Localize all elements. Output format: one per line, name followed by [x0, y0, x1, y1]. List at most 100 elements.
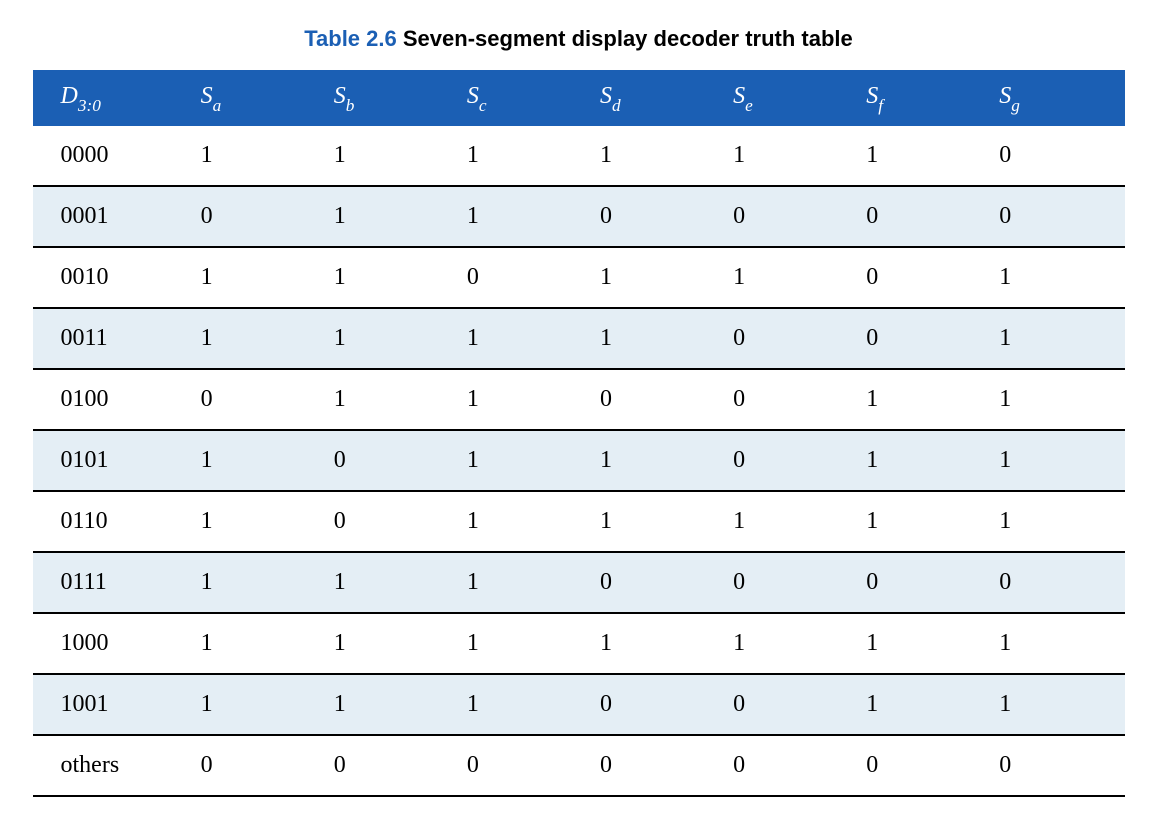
cell-sf: 1	[858, 369, 991, 430]
cell-sc: 0	[459, 247, 592, 308]
cell-d: 0101	[33, 430, 193, 491]
cell-d: 0011	[33, 308, 193, 369]
table-row: 10011110011	[33, 674, 1125, 735]
cell-d: 0001	[33, 186, 193, 247]
cell-sa: 1	[193, 491, 326, 552]
table-title: Seven-segment display decoder truth tabl…	[403, 26, 853, 51]
cell-sb: 1	[326, 186, 459, 247]
cell-sb: 1	[326, 308, 459, 369]
col-header-sb: Sb	[326, 72, 459, 126]
cell-sg: 1	[991, 247, 1124, 308]
cell-sg: 0	[991, 126, 1124, 186]
cell-sf: 1	[858, 674, 991, 735]
col-header-d: D3:0	[33, 72, 193, 126]
cell-sa: 1	[193, 674, 326, 735]
cell-sd: 0	[592, 674, 725, 735]
cell-sa: 0	[193, 735, 326, 796]
table-row: others0000000	[33, 735, 1125, 796]
table-row: 01101011111	[33, 491, 1125, 552]
cell-sf: 1	[858, 126, 991, 186]
cell-d: 0111	[33, 552, 193, 613]
cell-sc: 1	[459, 186, 592, 247]
cell-sb: 1	[326, 552, 459, 613]
cell-sf: 0	[858, 552, 991, 613]
table-header-row: D3:0 Sa Sb Sc Sd Se Sf Sg	[33, 72, 1125, 126]
cell-sd: 1	[592, 308, 725, 369]
cell-d: 0000	[33, 126, 193, 186]
cell-sb: 0	[326, 491, 459, 552]
cell-sa: 1	[193, 247, 326, 308]
cell-se: 1	[725, 613, 858, 674]
cell-se: 1	[725, 126, 858, 186]
cell-sg: 1	[991, 613, 1124, 674]
cell-sa: 1	[193, 308, 326, 369]
table-row: 10001111111	[33, 613, 1125, 674]
cell-sg: 0	[991, 186, 1124, 247]
cell-sd: 0	[592, 369, 725, 430]
cell-sa: 0	[193, 186, 326, 247]
table-row: 00010110000	[33, 186, 1125, 247]
cell-sg: 1	[991, 308, 1124, 369]
cell-sd: 1	[592, 247, 725, 308]
cell-sg: 1	[991, 430, 1124, 491]
cell-se: 1	[725, 491, 858, 552]
col-header-sg: Sg	[991, 72, 1124, 126]
col-header-sc: Sc	[459, 72, 592, 126]
cell-sg: 0	[991, 552, 1124, 613]
cell-se: 0	[725, 186, 858, 247]
cell-sd: 1	[592, 613, 725, 674]
cell-se: 0	[725, 735, 858, 796]
table-row: 00001111110	[33, 126, 1125, 186]
cell-sb: 1	[326, 369, 459, 430]
cell-d: 0110	[33, 491, 193, 552]
cell-sb: 0	[326, 430, 459, 491]
cell-sf: 0	[858, 735, 991, 796]
table-label: Table 2.6	[304, 26, 397, 51]
cell-se: 0	[725, 308, 858, 369]
cell-sd: 1	[592, 430, 725, 491]
cell-sc: 1	[459, 491, 592, 552]
cell-sf: 1	[858, 430, 991, 491]
table-caption: Table 2.6 Seven-segment display decoder …	[20, 26, 1137, 52]
cell-sf: 0	[858, 186, 991, 247]
cell-sc: 1	[459, 308, 592, 369]
table-row: 00111111001	[33, 308, 1125, 369]
cell-sc: 1	[459, 430, 592, 491]
cell-sb: 0	[326, 735, 459, 796]
cell-sa: 1	[193, 430, 326, 491]
cell-d: others	[33, 735, 193, 796]
cell-sg: 0	[991, 735, 1124, 796]
cell-sb: 1	[326, 247, 459, 308]
cell-sd: 1	[592, 491, 725, 552]
cell-sf: 1	[858, 613, 991, 674]
cell-se: 1	[725, 247, 858, 308]
col-header-sa: Sa	[193, 72, 326, 126]
cell-sc: 1	[459, 613, 592, 674]
cell-sa: 1	[193, 126, 326, 186]
cell-sf: 0	[858, 308, 991, 369]
cell-se: 0	[725, 369, 858, 430]
cell-d: 1001	[33, 674, 193, 735]
cell-se: 0	[725, 430, 858, 491]
cell-sg: 1	[991, 674, 1124, 735]
cell-sc: 1	[459, 674, 592, 735]
cell-d: 1000	[33, 613, 193, 674]
cell-sd: 0	[592, 552, 725, 613]
cell-sc: 1	[459, 552, 592, 613]
cell-se: 0	[725, 552, 858, 613]
table-row: 00101101101	[33, 247, 1125, 308]
cell-sd: 0	[592, 186, 725, 247]
cell-se: 0	[725, 674, 858, 735]
truth-table: D3:0 Sa Sb Sc Sd Se Sf Sg	[33, 70, 1125, 797]
cell-sc: 1	[459, 126, 592, 186]
cell-sd: 0	[592, 735, 725, 796]
cell-sc: 1	[459, 369, 592, 430]
cell-sb: 1	[326, 126, 459, 186]
cell-d: 0100	[33, 369, 193, 430]
cell-sb: 1	[326, 613, 459, 674]
cell-sa: 1	[193, 613, 326, 674]
cell-d: 0010	[33, 247, 193, 308]
col-header-sf: Sf	[858, 72, 991, 126]
cell-sc: 0	[459, 735, 592, 796]
cell-sd: 1	[592, 126, 725, 186]
